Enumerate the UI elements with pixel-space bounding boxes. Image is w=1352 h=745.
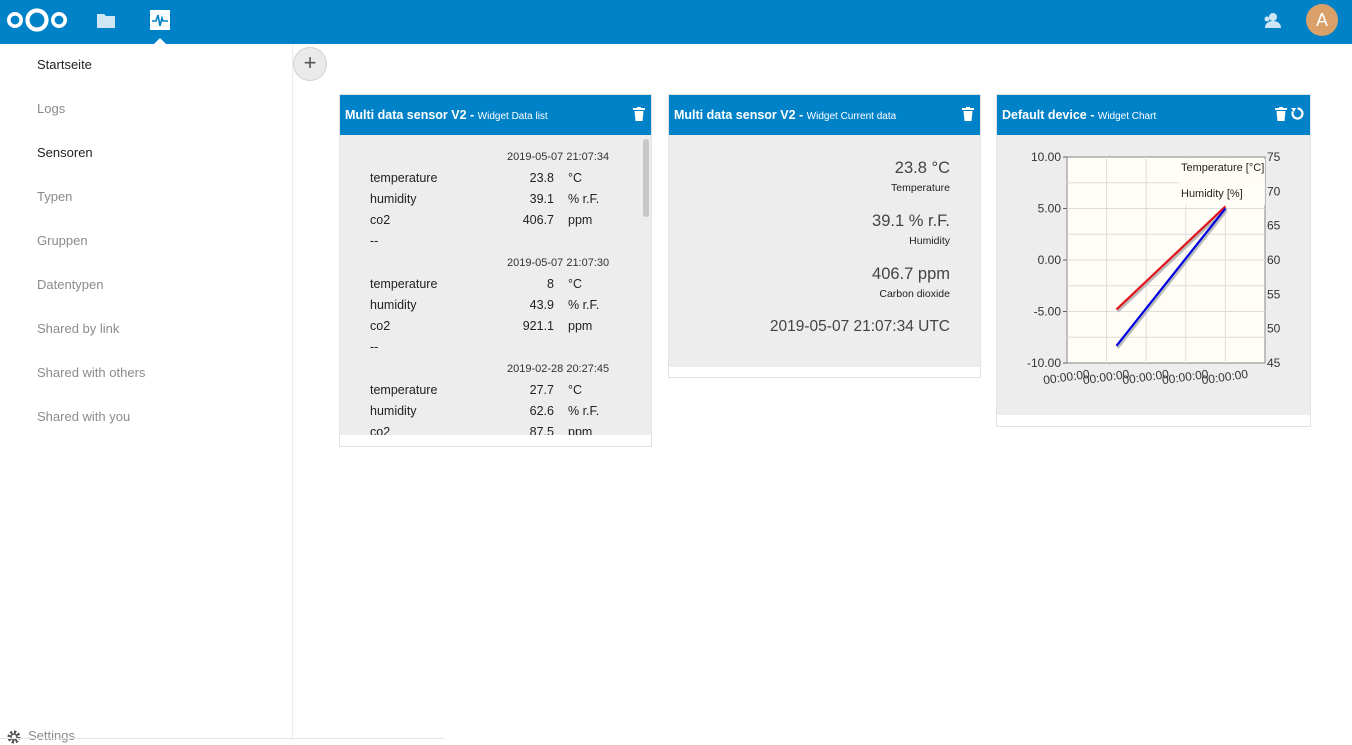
entry-key: co2 bbox=[370, 213, 391, 227]
line-chart: 10.00 5.00 0.00 -5.00 -10.00 75 70 65 60 55 50 45 00… bbox=[1027, 150, 1281, 387]
entry-unit: % r.F. bbox=[568, 404, 600, 418]
entry-key: co2 bbox=[370, 425, 391, 435]
nextcloud-logo[interactable] bbox=[6, 6, 68, 34]
delete-widget-icon[interactable] bbox=[633, 107, 645, 121]
entry-value: 87.5 bbox=[529, 425, 554, 435]
current-data-body: 23.8 °C Temperature 39.1 % r.F. Humidity… bbox=[669, 135, 980, 367]
entry-timestamp: 2019-05-07 21:07:34 bbox=[507, 151, 610, 163]
current-value: 39.1 % r.F. bbox=[872, 212, 950, 230]
entry-separator: -- bbox=[370, 340, 379, 354]
gear-icon bbox=[7, 730, 21, 744]
entry-unit: ppm bbox=[568, 425, 593, 435]
y-tick-label-right: 55 bbox=[1267, 287, 1281, 301]
delete-widget-icon[interactable] bbox=[962, 107, 974, 121]
y-tick-label-left: 5.00 bbox=[1038, 202, 1062, 216]
entry-unit: °C bbox=[568, 171, 583, 185]
entry-key: temperature bbox=[370, 383, 438, 397]
widget-header: Multi data sensor V2 - Widget Data list bbox=[340, 95, 651, 135]
current-label: Temperature bbox=[891, 182, 950, 194]
scrollbar-thumb[interactable] bbox=[643, 139, 649, 217]
settings-button[interactable]: Settings bbox=[6, 728, 75, 745]
y-tick-label-left: 0.00 bbox=[1038, 253, 1062, 267]
sidebar-item-shared-by-link[interactable]: Shared by link bbox=[37, 319, 119, 339]
entry-value: 62.6 bbox=[529, 404, 554, 418]
current-value: 23.8 °C bbox=[894, 159, 950, 177]
sidebar-item-logs[interactable]: Logs bbox=[37, 99, 65, 119]
legend-entry: Temperature [°C] bbox=[1181, 162, 1264, 174]
y-tick-label-right: 50 bbox=[1267, 322, 1281, 336]
entry-value: 8 bbox=[547, 277, 554, 291]
files-icon[interactable] bbox=[95, 9, 117, 31]
refresh-icon[interactable] bbox=[1291, 107, 1304, 120]
entry-timestamp: 2019-05-07 21:07:30 bbox=[507, 257, 610, 269]
entry-timestamp: 2019-02-28 20:27:45 bbox=[507, 363, 610, 375]
entry-separator: -- bbox=[370, 234, 379, 248]
entry-key: temperature bbox=[370, 171, 438, 185]
y-tick-label-right: 60 bbox=[1267, 253, 1281, 267]
entry-value: 406.7 bbox=[522, 213, 554, 227]
entry-key: humidity bbox=[370, 192, 417, 206]
entry-value: 921.1 bbox=[522, 319, 554, 333]
y-tick-label-left: -10.00 bbox=[1027, 356, 1061, 370]
entry-unit: % r.F. bbox=[568, 192, 600, 206]
settings-divider bbox=[0, 738, 445, 739]
widget-chart: Default device - Widget Chart 10.00 5.00 0… bbox=[996, 94, 1311, 427]
legend-entry: Humidity [%] bbox=[1181, 188, 1243, 200]
current-label: Humidity bbox=[909, 235, 950, 247]
entry-unit: °C bbox=[568, 383, 583, 397]
x-tick-label: 00:00:00 bbox=[1201, 367, 1250, 387]
y-tick-label-right: 70 bbox=[1267, 184, 1281, 198]
entry-unit: °C bbox=[568, 277, 583, 291]
top-header: A bbox=[0, 0, 1352, 44]
current-value: 406.7 ppm bbox=[872, 265, 950, 283]
entry-key: temperature bbox=[370, 277, 438, 291]
current-label: Carbon dioxide bbox=[879, 288, 950, 300]
entry-key: humidity bbox=[370, 298, 417, 312]
chart-body: 10.00 5.00 0.00 -5.00 -10.00 75 70 65 60 55 50 45 00… bbox=[997, 135, 1310, 415]
widget-data-list: Multi data sensor V2 - Widget Data list … bbox=[339, 94, 652, 447]
widget-title: Multi data sensor V2 - Widget Data list bbox=[345, 108, 548, 122]
y-tick-label-right: 65 bbox=[1267, 219, 1281, 233]
sidebar-item-gruppen[interactable]: Gruppen bbox=[37, 231, 88, 251]
sidebar-item-sensoren[interactable]: Sensoren bbox=[37, 143, 93, 163]
widget-title: Multi data sensor V2 - Widget Current da… bbox=[674, 108, 897, 122]
widget-title: Default device - Widget Chart bbox=[1002, 108, 1157, 122]
avatar[interactable]: A bbox=[1306, 4, 1338, 36]
widget-current-data: Multi data sensor V2 - Widget Current da… bbox=[668, 94, 981, 378]
y-tick-label-right: 75 bbox=[1267, 150, 1281, 164]
sidebar-item-datentypen[interactable]: Datentypen bbox=[37, 275, 104, 295]
entry-unit: ppm bbox=[568, 319, 593, 333]
y-tick-label-left: -5.00 bbox=[1034, 305, 1062, 319]
entry-value: 27.7 bbox=[529, 383, 554, 397]
entry-unit: % r.F. bbox=[568, 298, 600, 312]
entry-key: co2 bbox=[370, 319, 391, 333]
sidebar-item-shared-with-others[interactable]: Shared with others bbox=[37, 363, 145, 383]
data-list-body[interactable]: 2019-05-07 21:07:34 temperature 23.8 °C … bbox=[340, 135, 651, 435]
sensorlogger-icon[interactable] bbox=[149, 9, 171, 31]
entry-unit: ppm bbox=[568, 213, 593, 227]
entry-value: 23.8 bbox=[529, 171, 554, 185]
settings-label: Settings bbox=[28, 728, 75, 743]
sidebar-item-startseite[interactable]: Startseite bbox=[37, 55, 92, 75]
y-tick-label-right: 45 bbox=[1267, 356, 1281, 370]
entry-key: humidity bbox=[370, 404, 417, 418]
current-timestamp: 2019-05-07 21:07:34 UTC bbox=[769, 318, 950, 335]
entry-value: 43.9 bbox=[529, 298, 554, 312]
widget-header: Multi data sensor V2 - Widget Current da… bbox=[669, 95, 980, 135]
widget-header: Default device - Widget Chart bbox=[997, 95, 1310, 135]
add-widget-button[interactable]: + bbox=[293, 47, 327, 81]
entry-value: 39.1 bbox=[529, 192, 554, 206]
sidebar-item-shared-with-you[interactable]: Shared with you bbox=[37, 407, 130, 427]
sidebar-item-typen[interactable]: Typen bbox=[37, 187, 72, 207]
delete-widget-icon[interactable] bbox=[1275, 107, 1287, 121]
contacts-icon[interactable] bbox=[1262, 10, 1282, 30]
y-tick-label-left: 10.00 bbox=[1031, 150, 1061, 164]
sidebar: Startseite Logs Sensoren Typen Gruppen D… bbox=[0, 44, 293, 740]
